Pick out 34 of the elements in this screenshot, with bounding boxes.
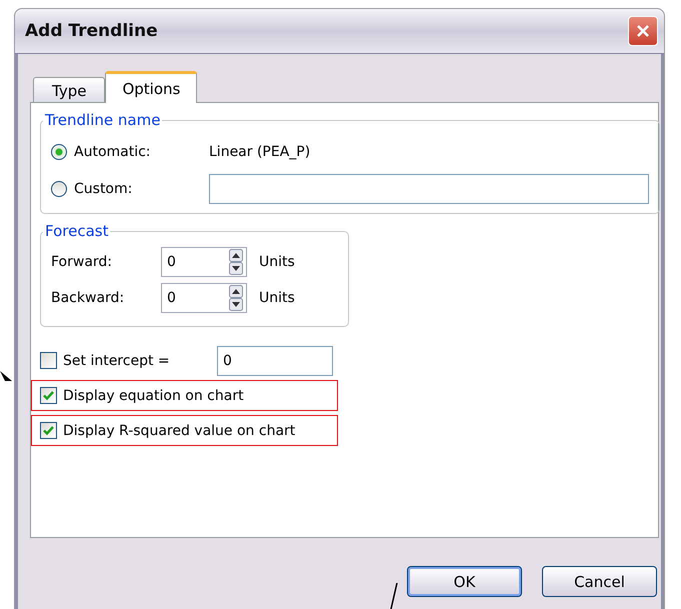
- radio-label[interactable]: Automatic:: [74, 144, 204, 160]
- tab[interactable]: Options: [105, 71, 198, 103]
- trendline-name-text: Linear (PEA_P): [209, 144, 310, 160]
- intercept-field[interactable]: 0: [217, 346, 333, 376]
- radio-button[interactable]: [51, 180, 67, 196]
- radio-label[interactable]: Custom:: [74, 180, 204, 196]
- annotation-line: [390, 583, 398, 609]
- checkbox[interactable]: [40, 422, 57, 439]
- radio-button[interactable]: [51, 144, 67, 160]
- spin-field[interactable]: 0: [161, 283, 247, 313]
- checkbox[interactable]: [40, 387, 57, 404]
- dialog-button[interactable]: Cancel: [542, 566, 657, 597]
- checkmark-icon: [42, 424, 55, 437]
- unit-label: Units: [259, 254, 295, 270]
- close-button[interactable]: [628, 16, 658, 46]
- spin-arrows-icon[interactable]: [229, 249, 243, 275]
- custom-name-field[interactable]: [209, 174, 649, 204]
- checkmark-icon: [42, 389, 55, 402]
- group-title: Trendline name: [44, 111, 162, 129]
- dialog-button[interactable]: OK: [407, 566, 522, 597]
- spin-arrows-icon[interactable]: [229, 285, 243, 311]
- checkbox-label[interactable]: Display R-squared value on chart: [63, 422, 296, 438]
- spin-field[interactable]: 0: [161, 247, 247, 277]
- pointer-arrow-icon: [0, 371, 12, 381]
- tab[interactable]: Type: [33, 77, 106, 103]
- checkbox[interactable]: [40, 352, 57, 369]
- field-label: Forward:: [51, 254, 114, 270]
- group-title: Forecast: [44, 222, 110, 240]
- field-label: Backward:: [51, 290, 126, 306]
- checkbox-label[interactable]: Display equation on chart: [63, 388, 244, 404]
- unit-label: Units: [259, 290, 295, 306]
- window-title: Add Trendline: [25, 21, 158, 41]
- close-icon: [635, 23, 651, 39]
- checkbox-label[interactable]: Set intercept =: [63, 352, 173, 368]
